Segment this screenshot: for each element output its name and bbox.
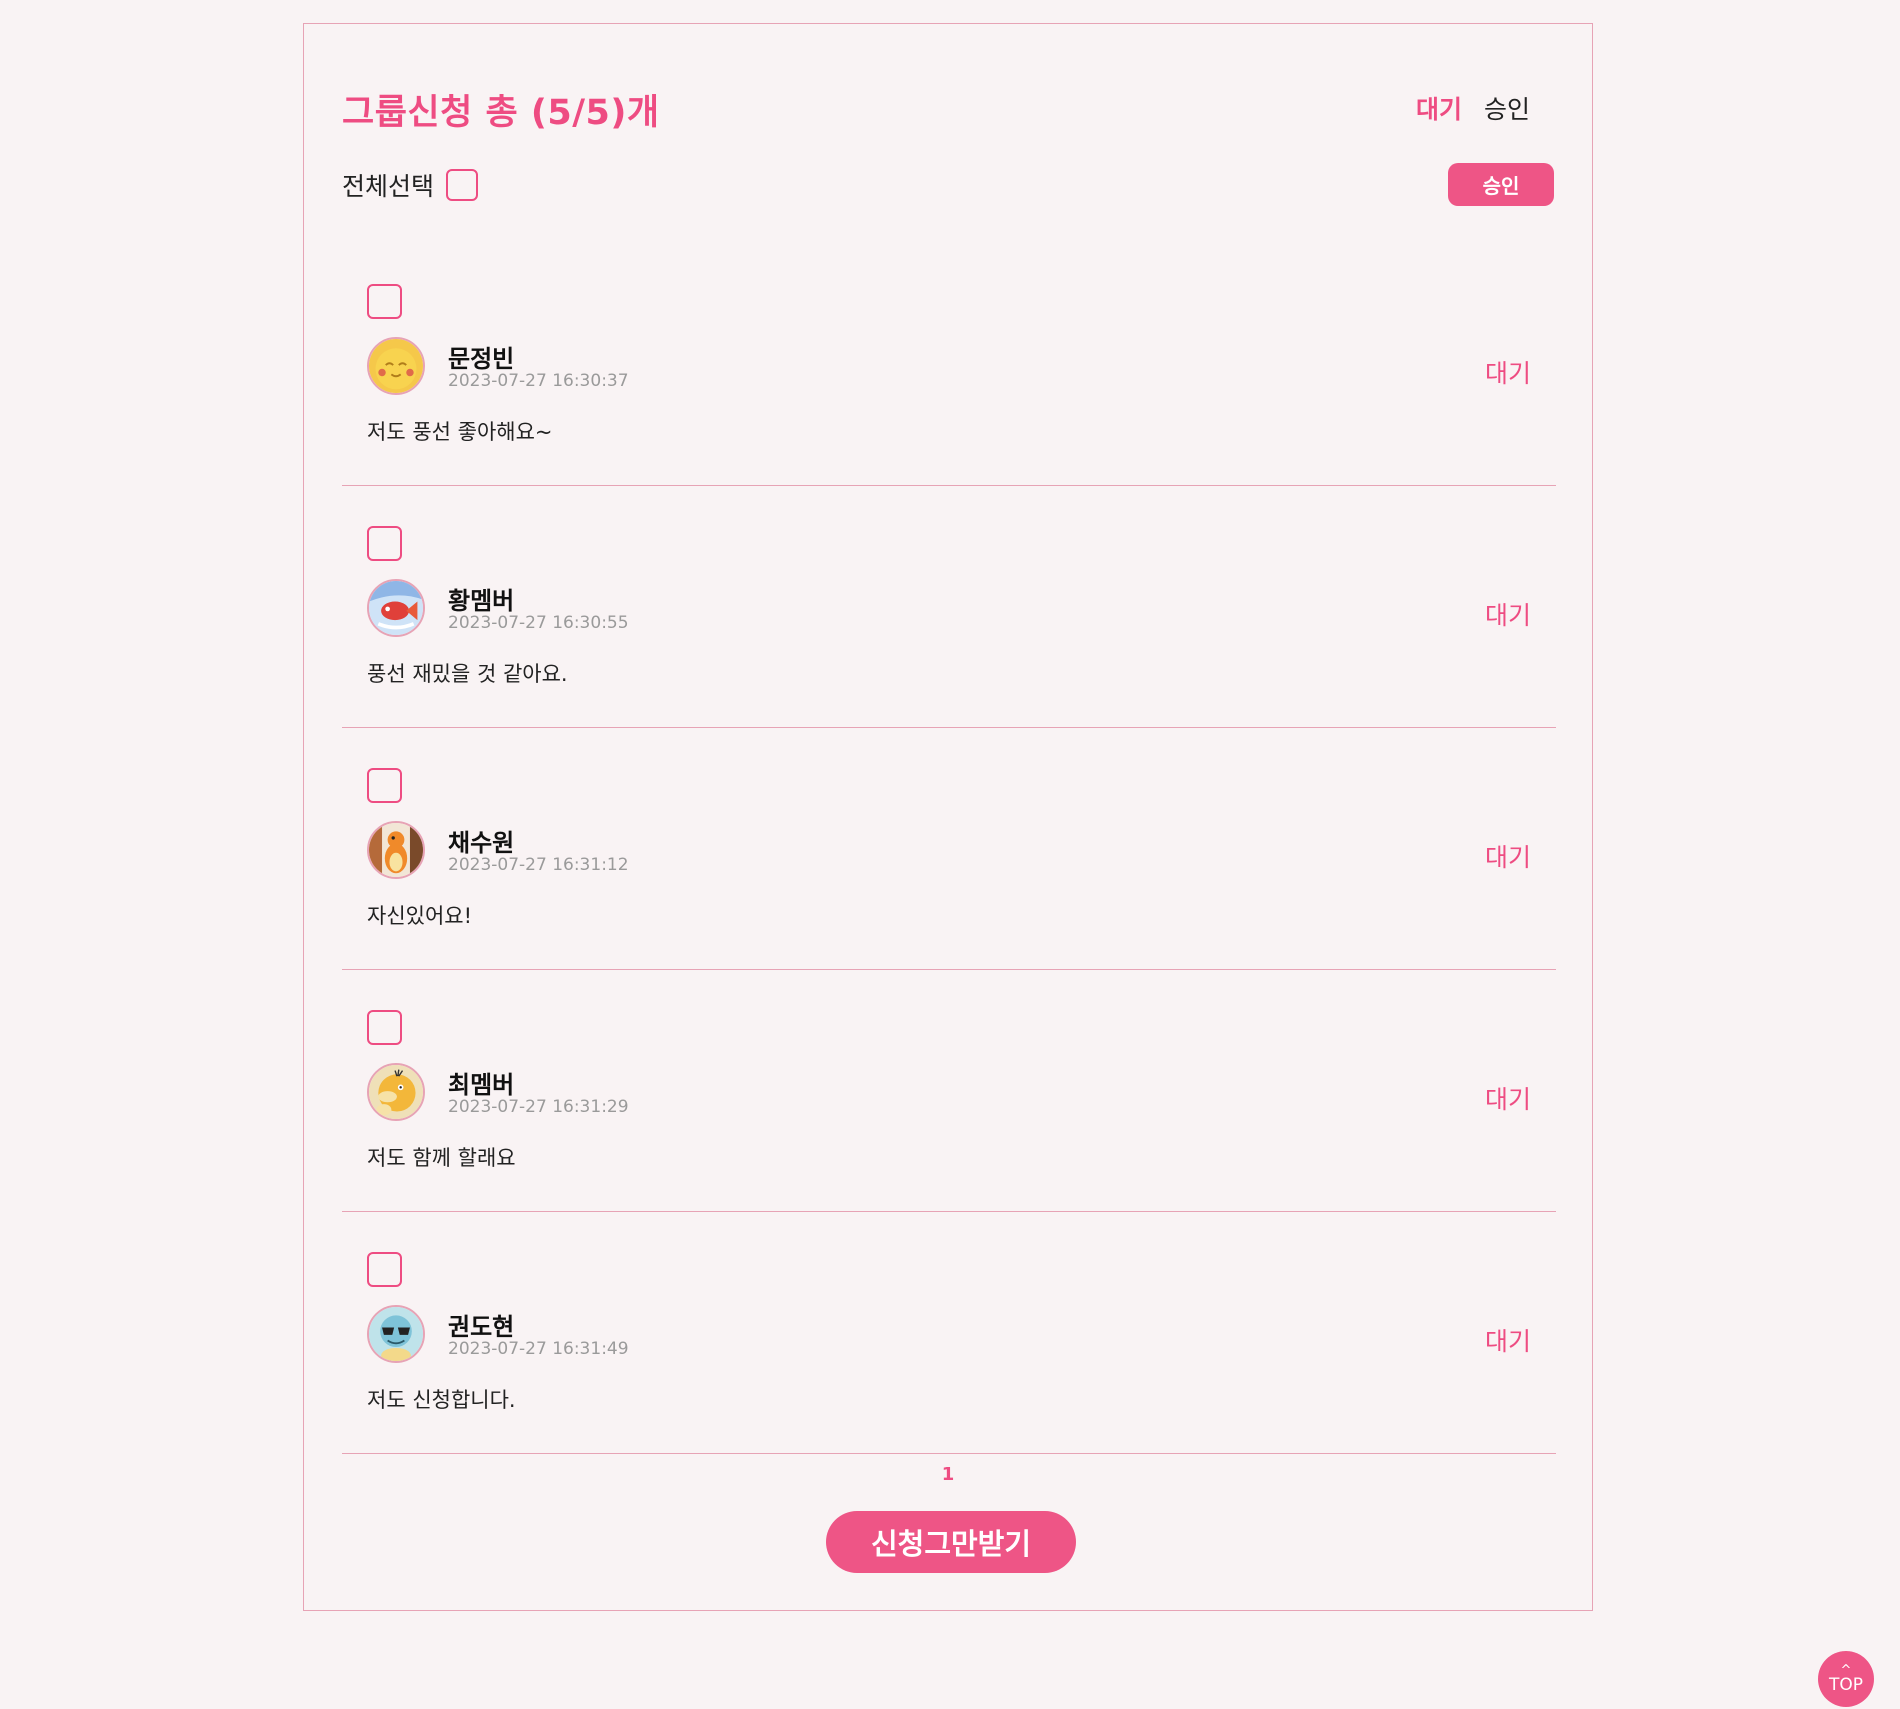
approve-button[interactable]: 승인 (1448, 163, 1554, 206)
group-application-panel: 그룹신청 총 (5/5)개 대기 승인 전체선택 승인 문정빈 2023-07-… (303, 23, 1593, 1611)
status-filter-tabs: 대기 승인 (1416, 90, 1530, 126)
select-all-row: 전체선택 (342, 167, 479, 203)
list-item: 문정빈 2023-07-27 16:30:37 저도 풍선 좋아해요~ 대기 (342, 244, 1556, 486)
red-fish-avatar (367, 579, 425, 637)
applicant-name: 최멤버 (448, 1071, 515, 1099)
item-checkbox[interactable] (367, 768, 402, 803)
list-item: 채수원 2023-07-27 16:31:12 자신있어요! 대기 (342, 728, 1556, 970)
application-message: 자신있어요! (367, 904, 473, 928)
blue-turtle-avatar (367, 1305, 425, 1363)
yellow-duck-avatar (367, 337, 425, 395)
select-all-label: 전체선택 (342, 172, 435, 201)
item-checkbox[interactable] (367, 1252, 402, 1287)
stop-accepting-button[interactable]: 신청그만받기 (826, 1511, 1076, 1573)
top-label: TOP (1828, 1674, 1864, 1695)
yellow-duck-psyduck-avatar (367, 1063, 425, 1121)
status-badge: 대기 (1484, 843, 1531, 872)
applied-date: 2023-07-27 16:30:37 (448, 371, 629, 391)
page-number-current[interactable]: 1 (942, 1464, 955, 1485)
status-badge: 대기 (1484, 1327, 1531, 1356)
application-list: 문정빈 2023-07-27 16:30:37 저도 풍선 좋아해요~ 대기 황… (342, 244, 1556, 1454)
application-message: 저도 풍선 좋아해요~ (367, 420, 553, 444)
applicant-name: 문정빈 (448, 345, 515, 373)
list-item: 최멤버 2023-07-27 16:31:29 저도 함께 할래요 대기 (342, 970, 1556, 1212)
applied-date: 2023-07-27 16:31:49 (448, 1339, 629, 1359)
status-badge: 대기 (1484, 359, 1531, 388)
status-badge: 대기 (1484, 1085, 1531, 1114)
page-title: 그룹신청 총 (5/5)개 (342, 93, 660, 133)
list-item: 권도현 2023-07-27 16:31:49 저도 신청합니다. 대기 (342, 1212, 1556, 1454)
scroll-to-top-button[interactable]: ^ TOP (1818, 1651, 1874, 1707)
orange-lizard-avatar (367, 821, 425, 879)
applicant-name: 채수원 (448, 829, 515, 857)
tab-approved[interactable]: 승인 (1484, 90, 1530, 126)
applied-date: 2023-07-27 16:31:12 (448, 855, 629, 875)
applicant-name: 황멤버 (448, 587, 515, 615)
status-badge: 대기 (1484, 601, 1531, 630)
tab-pending[interactable]: 대기 (1416, 90, 1462, 126)
select-all-checkbox[interactable] (446, 169, 479, 201)
application-message: 저도 신청합니다. (367, 1388, 516, 1412)
applied-date: 2023-07-27 16:30:55 (448, 613, 629, 633)
item-checkbox[interactable] (367, 526, 402, 561)
item-checkbox[interactable] (367, 284, 402, 319)
list-item: 황멤버 2023-07-27 16:30:55 풍선 재밌을 것 같아요. 대기 (342, 486, 1556, 728)
item-checkbox[interactable] (367, 1010, 402, 1045)
pagination: 1 (304, 1464, 1592, 1485)
application-message: 저도 함께 할래요 (367, 1146, 516, 1170)
application-message: 풍선 재밌을 것 같아요. (367, 662, 568, 686)
applied-date: 2023-07-27 16:31:29 (448, 1097, 629, 1117)
applicant-name: 권도현 (448, 1313, 515, 1341)
